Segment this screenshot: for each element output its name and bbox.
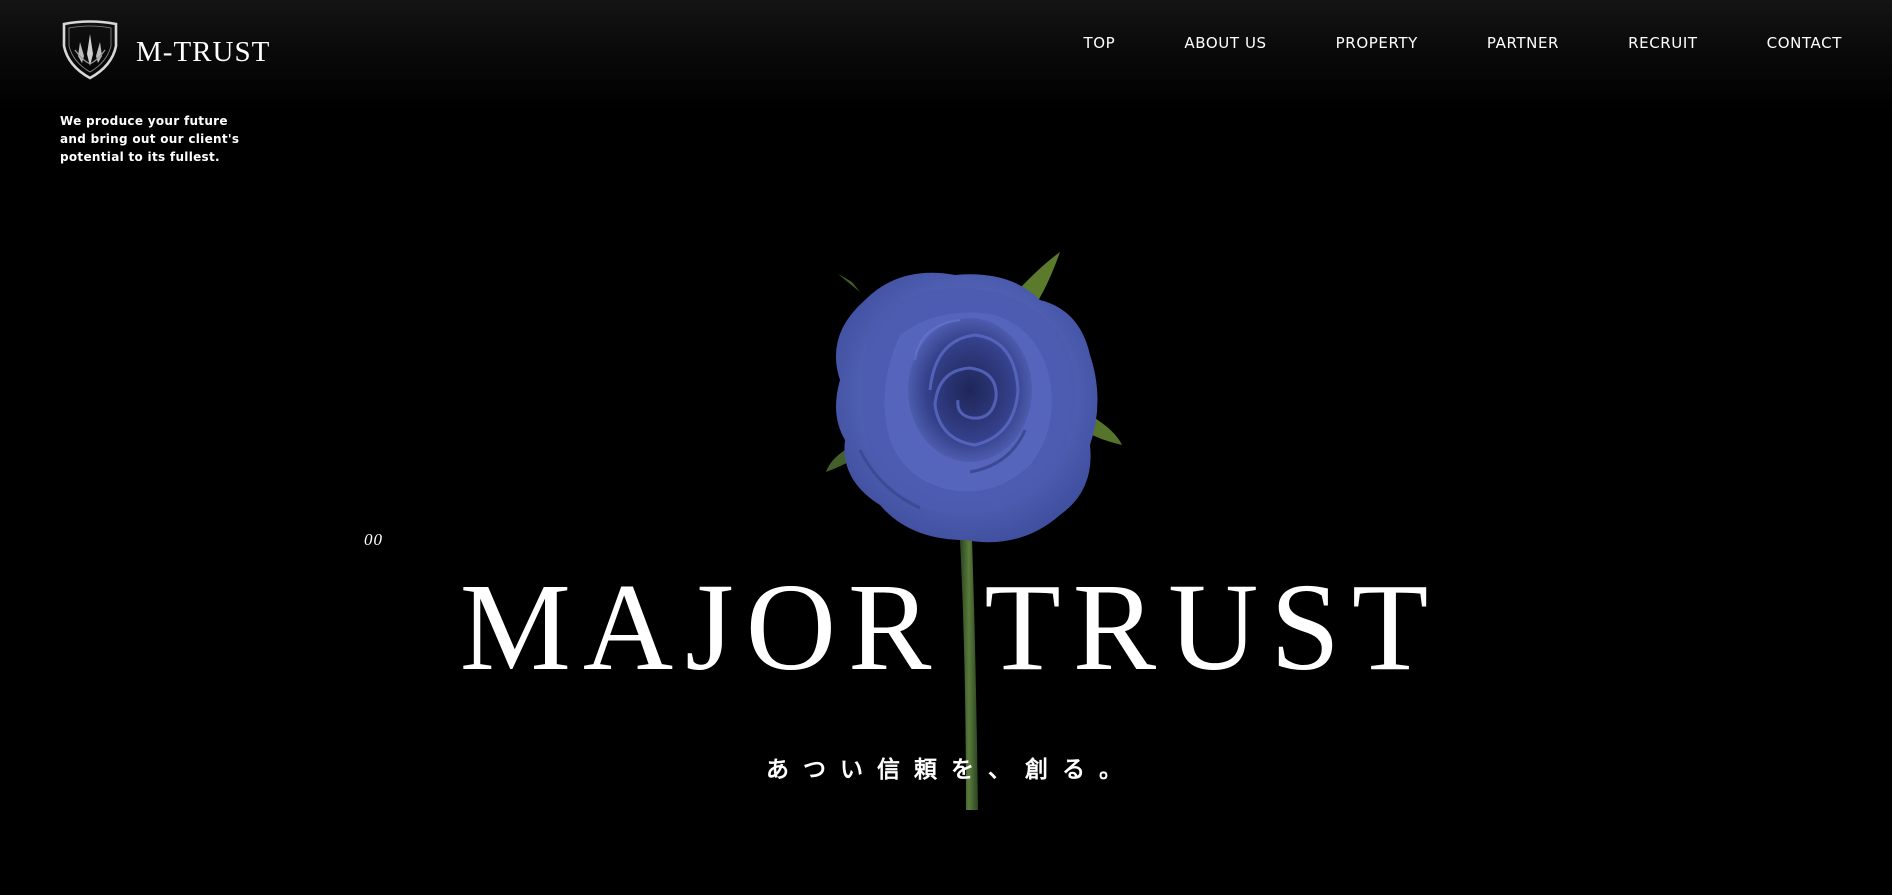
logo-text: M-TRUST (136, 35, 271, 68)
slide-index: 00 (364, 530, 383, 549)
shield-emblem-icon (62, 20, 118, 80)
logo-link[interactable]: M-TRUST (60, 20, 270, 80)
nav-about-us[interactable]: ABOUT US (1184, 33, 1266, 53)
nav-partner[interactable]: PARTNER (1487, 33, 1559, 53)
main-nav: TOP ABOUT US PROPERTY PARTNER RECRUIT CO… (1084, 33, 1842, 53)
nav-contact[interactable]: CONTACT (1767, 33, 1842, 53)
header-background (0, 0, 1892, 110)
tagline: We produce your future and bring out our… (60, 114, 240, 164)
hero-title: MAJOR TRUST (459, 559, 1441, 697)
nav-top[interactable]: TOP (1084, 33, 1116, 53)
nav-recruit[interactable]: RECRUIT (1628, 33, 1698, 53)
blue-rose-image (826, 252, 1122, 810)
hero-subtitle: あつい信頼を、創る。 (766, 757, 1136, 783)
nav-property[interactable]: PROPERTY (1336, 33, 1418, 53)
